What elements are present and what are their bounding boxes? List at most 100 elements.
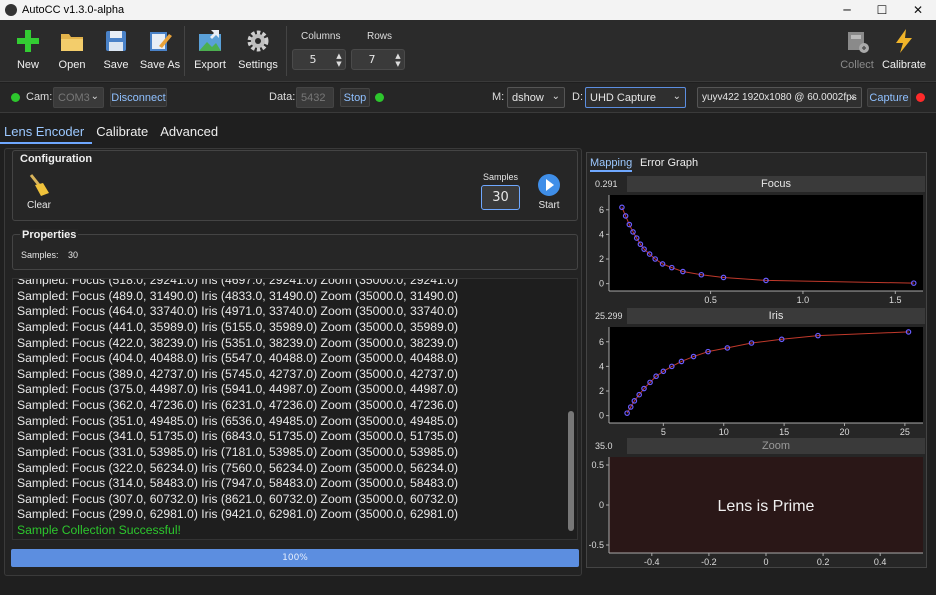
configuration-group: Configuration Clear Samples 30 Start xyxy=(12,150,578,221)
window-title: AutoCC v1.3.0-alpha xyxy=(22,4,125,16)
start-button[interactable]: Start xyxy=(535,173,563,211)
m-select[interactable]: dshow ⌄ xyxy=(507,87,565,108)
log-line: Sampled: Focus (322.0, 56234.0) Iris (75… xyxy=(17,460,459,475)
open-button[interactable]: Open xyxy=(48,28,96,78)
cam-status-indicator xyxy=(11,93,20,102)
samples-label: Samples xyxy=(483,172,519,182)
open-label: Open xyxy=(58,59,86,71)
x-tick-label: 1.0 xyxy=(797,295,810,305)
log-lines: Sampled: Focus (518.0, 29241.0) Iris (46… xyxy=(17,279,565,539)
m-value: dshow xyxy=(512,91,544,104)
calibrate-button[interactable]: Calibrate xyxy=(880,28,928,78)
x-tick-label: 1.5 xyxy=(889,295,902,305)
x-tick-label: -0.4 xyxy=(644,557,660,567)
title-bar: AutoCC v1.3.0-alpha ─ ☐ ✕ xyxy=(0,0,936,20)
x-tick-label: 10 xyxy=(719,427,729,437)
y-tick-label: 0.5 xyxy=(591,460,604,470)
log-line: Sampled: Focus (489.0, 31490.0) Iris (48… xyxy=(17,288,459,303)
chevron-down-icon: ⌄ xyxy=(672,91,681,102)
folder-icon xyxy=(61,34,83,51)
plus-icon xyxy=(17,30,39,52)
log-scrollbar[interactable] xyxy=(568,283,575,537)
save-button[interactable]: Save xyxy=(92,28,140,78)
spin-arrows-icon[interactable]: ▲ ▼ xyxy=(392,52,404,68)
cam-port-select[interactable]: COM3 ⌄ xyxy=(53,87,104,108)
clear-button[interactable]: Clear xyxy=(23,173,55,211)
disconnect-button[interactable]: Disconnect xyxy=(110,88,167,107)
save-as-label: Save As xyxy=(139,59,181,71)
export-label: Export xyxy=(194,59,226,71)
capture-button[interactable]: Capture xyxy=(867,88,911,107)
settings-label: Settings xyxy=(238,59,278,71)
cam-port-value: COM3 xyxy=(58,91,90,104)
data-port-field[interactable]: 5432 xyxy=(296,87,334,108)
iris-plot: 0 2 4 6 5 10 15 20 25 xyxy=(599,327,923,437)
new-label: New xyxy=(16,59,39,71)
collect-label: Collect xyxy=(840,59,874,71)
export-image-icon xyxy=(199,30,221,51)
rows-label: Rows xyxy=(367,31,393,42)
log-line: Sampled: Focus (464.0, 33740.0) Iris (49… xyxy=(17,304,459,319)
y-tick-label: 6 xyxy=(599,205,604,215)
chevron-down-icon: ⌄ xyxy=(90,91,99,102)
properties-samples-value: 30 xyxy=(68,250,79,260)
focus-readout: 0.291 xyxy=(589,176,625,192)
progress-label: 100% xyxy=(282,553,308,563)
rows-spinbox[interactable]: 7 ▲ ▼ xyxy=(351,49,405,70)
properties-group: Properties Samples: 30 xyxy=(12,229,578,270)
capture-status-indicator xyxy=(916,93,925,102)
device-select[interactable]: UHD Capture ⌄ xyxy=(585,87,686,108)
y-tick-label: 0 xyxy=(599,411,604,421)
calibrate-label: Calibrate xyxy=(881,59,927,71)
log-line: Sampled: Focus (375.0, 44987.0) Iris (59… xyxy=(17,382,459,397)
settings-button[interactable]: Settings xyxy=(234,28,282,78)
broom-icon xyxy=(29,174,49,196)
close-button[interactable]: ✕ xyxy=(900,0,936,20)
zoom-plot: 0.5 0 -0.5 -0.4 -0.2 0 0.2 0.4 Lens is Prime xyxy=(589,457,923,567)
sample-log[interactable]: Sampled: Focus (518.0, 29241.0) Iris (46… xyxy=(12,278,578,540)
x-tick-label: 0.4 xyxy=(874,557,887,567)
format-value: yuyv422 1920x1080 @ 60.0002fps xyxy=(702,92,857,103)
configuration-title: Configuration xyxy=(20,153,93,165)
connection-bar: Cam: COM3 ⌄ Disconnect Data: 5432 Stop M… xyxy=(0,83,936,113)
y-tick-label: 4 xyxy=(599,361,604,371)
log-success-line: Sample Collection Successful! xyxy=(17,523,181,537)
stop-button[interactable]: Stop xyxy=(340,88,370,107)
y-tick-label: 2 xyxy=(599,386,604,396)
chevron-down-icon: ⌄ xyxy=(848,91,857,102)
spin-arrows-icon[interactable]: ▲ ▼ xyxy=(333,52,345,68)
tab-mapping[interactable]: Mapping xyxy=(590,157,633,172)
x-tick-label: 15 xyxy=(779,427,789,437)
properties-samples-label: Samples: xyxy=(21,250,59,260)
log-line: Sampled: Focus (422.0, 38239.0) Iris (53… xyxy=(17,335,459,350)
columns-spinbox[interactable]: 5 ▲ ▼ xyxy=(292,49,346,70)
y-tick-label: 0 xyxy=(599,279,604,289)
tab-calibrate[interactable]: Calibrate xyxy=(92,120,156,144)
new-button[interactable]: New xyxy=(4,28,52,78)
tab-error-graph[interactable]: Error Graph xyxy=(640,157,698,169)
plot-area xyxy=(609,195,923,291)
tab-advanced[interactable]: Advanced xyxy=(156,120,226,144)
chevron-down-icon: ⌄ xyxy=(551,91,560,102)
log-line: Sampled: Focus (404.0, 40488.0) Iris (55… xyxy=(17,351,459,366)
save-as-button[interactable]: Save As xyxy=(136,28,184,78)
scrollbar-thumb[interactable] xyxy=(568,411,574,531)
minimize-button[interactable]: ─ xyxy=(829,0,865,20)
export-button[interactable]: Export xyxy=(186,28,234,78)
start-label: Start xyxy=(538,200,560,211)
format-select[interactable]: yuyv422 1920x1080 @ 60.0002fps ⌄ xyxy=(697,87,862,108)
toolbar-separator xyxy=(184,26,185,76)
maximize-button[interactable]: ☐ xyxy=(864,0,900,20)
log-line: Sampled: Focus (389.0, 42737.0) Iris (57… xyxy=(17,366,459,381)
data-label: Data: xyxy=(269,91,296,103)
y-tick-label: 4 xyxy=(599,229,604,239)
collect-button[interactable]: Collect xyxy=(833,28,881,78)
zoom-title: Zoom xyxy=(627,438,925,454)
iris-readout: 25.299 xyxy=(589,308,625,324)
d-label: D: xyxy=(572,91,583,103)
samples-input[interactable]: 30 xyxy=(481,185,520,210)
log-line: Sampled: Focus (331.0, 53985.0) Iris (71… xyxy=(17,444,459,459)
y-tick-label: 6 xyxy=(599,337,604,347)
tab-lens-encoder[interactable]: Lens Encoder xyxy=(0,120,93,144)
properties-title: Properties xyxy=(20,229,79,241)
